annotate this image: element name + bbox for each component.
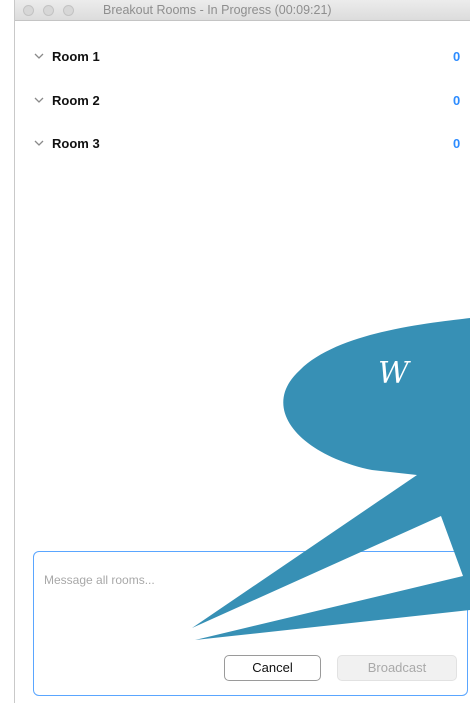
breakout-rooms-window: Breakout Rooms - In Progress (00:09:21) … (0, 0, 470, 703)
speech-bubble-overlay: W (192, 318, 470, 640)
speech-bubble-text: W (378, 356, 411, 391)
speech-bubble-shape (192, 318, 470, 640)
